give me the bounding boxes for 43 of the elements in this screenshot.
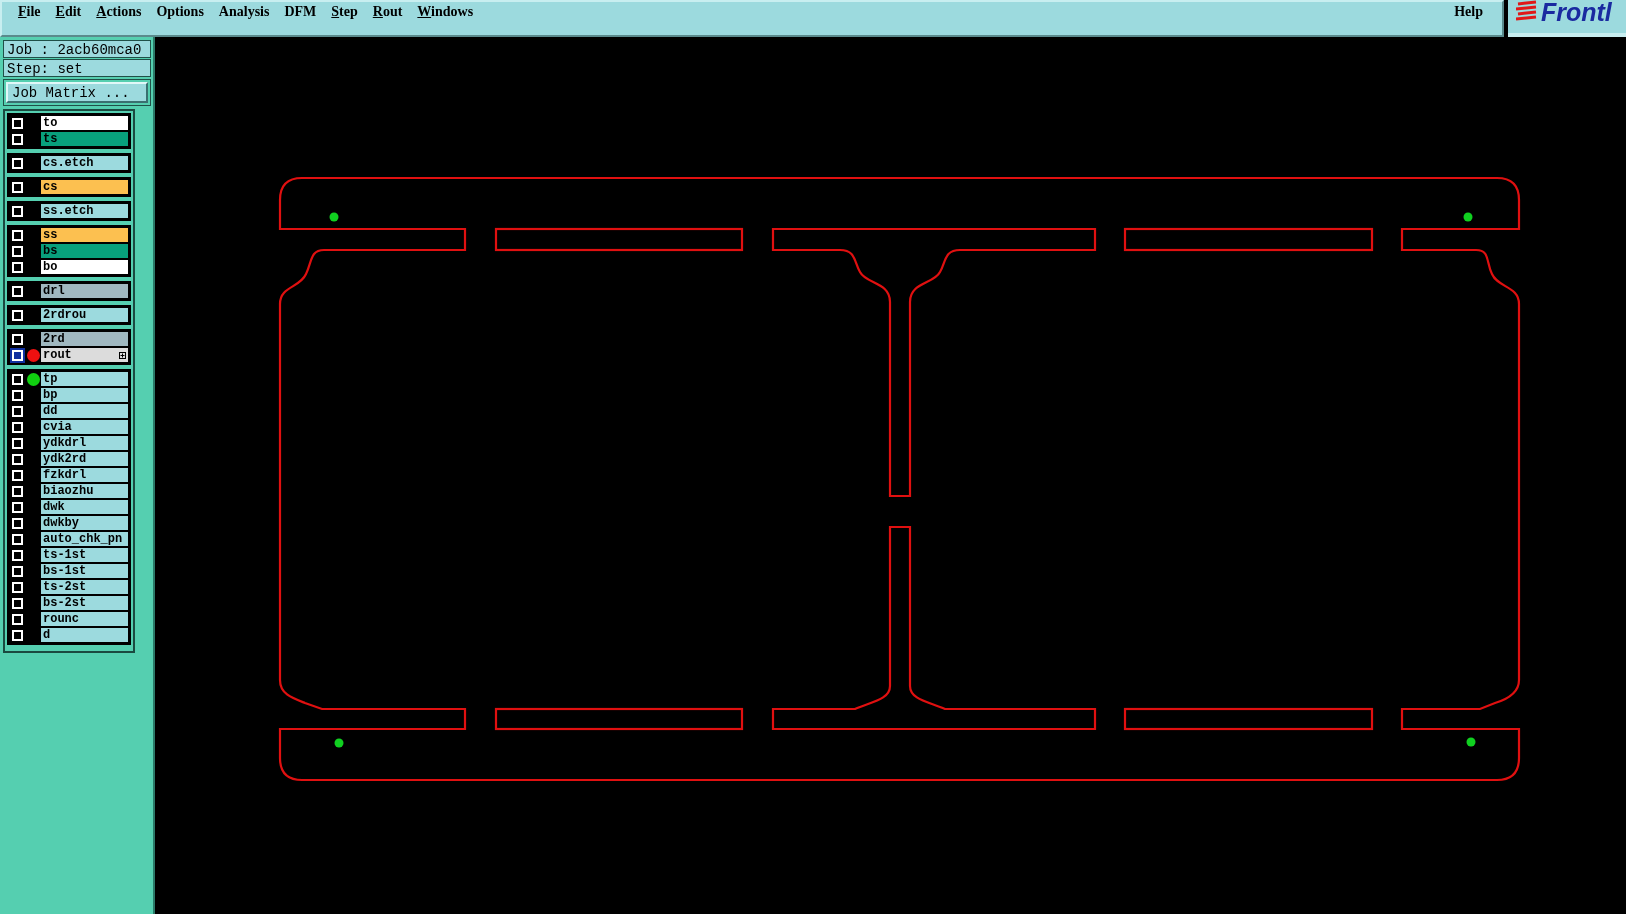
job-matrix-button[interactable]: Job Matrix ... <box>6 82 148 103</box>
menu-item[interactable]: File <box>14 3 49 20</box>
menu-item[interactable]: Edit <box>51 3 90 20</box>
layer-name[interactable]: dwk <box>41 500 128 514</box>
layer-name[interactable]: fzkdrl <box>41 468 128 482</box>
layer-name[interactable]: bo <box>41 260 128 274</box>
layer-name[interactable]: bs-2st <box>41 596 128 610</box>
layer-name[interactable]: dwkby <box>41 516 128 530</box>
layer-name[interactable]: ydkdrl <box>41 436 128 450</box>
layer-name[interactable]: cs.etch <box>41 156 128 170</box>
layer-name[interactable]: ts <box>41 132 128 146</box>
layer-name[interactable]: ss.etch <box>41 204 128 218</box>
layer-name[interactable]: auto_chk_pn <box>41 532 128 546</box>
layer-name[interactable]: ydk2rd <box>41 452 128 466</box>
menu-item[interactable]: Analysis <box>214 3 278 20</box>
layer-name[interactable]: dd <box>41 404 128 418</box>
layer-name[interactable]: 2rdrou <box>41 308 128 322</box>
menu-item[interactable]: Step <box>327 3 366 20</box>
layer-name[interactable]: ts-2st <box>41 580 128 594</box>
step-name: Step: set <box>3 59 151 77</box>
layer-name[interactable]: rout <box>41 348 128 362</box>
menu-item[interactable]: Actions <box>92 3 150 20</box>
logo: Frontl <box>1508 0 1626 37</box>
help-menu[interactable]: Help <box>1446 3 1495 20</box>
layer-name[interactable]: cs <box>41 180 128 194</box>
job-name: Job : 2acb60mca0 <box>3 40 151 58</box>
layer-name[interactable]: drl <box>41 284 128 298</box>
layer-name[interactable]: to <box>41 116 128 130</box>
layer-name[interactable]: tp <box>41 372 128 386</box>
layer-name[interactable]: rounc <box>41 612 128 626</box>
menu-item[interactable]: Rout <box>368 3 411 20</box>
layer-name[interactable]: bs <box>41 244 128 258</box>
layer-name[interactable]: d <box>41 628 128 642</box>
menu-item[interactable]: DFM <box>280 3 325 20</box>
layer-name[interactable]: ts-1st <box>41 548 128 562</box>
menu-item[interactable]: Windows <box>413 3 482 20</box>
layer-name[interactable]: cvia <box>41 420 128 434</box>
layer-name[interactable]: bs-1st <box>41 564 128 578</box>
layer-name[interactable]: biaozhu <box>41 484 128 498</box>
menu-item[interactable]: Options <box>152 3 212 20</box>
layer-name[interactable]: ss <box>41 228 128 242</box>
layer-name[interactable]: bp <box>41 388 128 402</box>
layer-name[interactable]: 2rd <box>41 332 128 346</box>
